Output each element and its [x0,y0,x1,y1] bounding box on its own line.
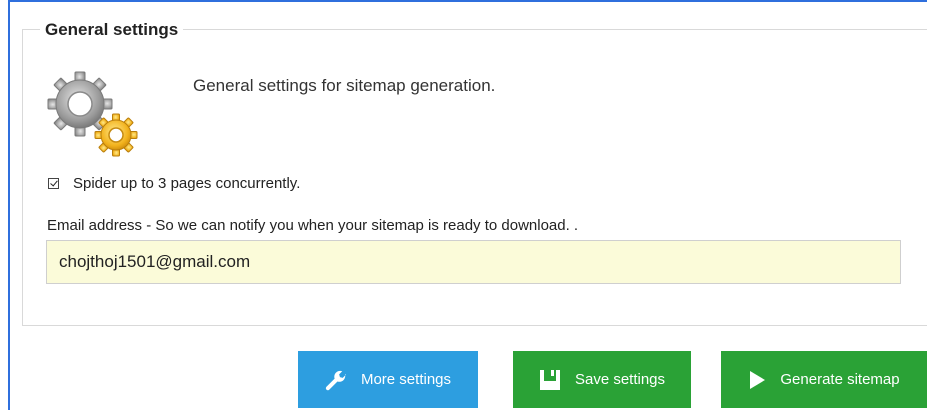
frame-top-border [8,0,927,2]
concurrency-checkbox[interactable] [48,178,59,189]
wrench-icon [325,370,346,390]
save-icon [539,369,560,390]
frame-left-border [8,0,10,410]
generate-sitemap-button[interactable]: Generate sitemap [721,351,927,408]
play-icon [750,370,766,389]
more-settings-label: More settings [360,371,452,388]
email-label: Email address - So we can notify you whe… [47,217,579,234]
more-settings-button[interactable]: More settings [298,351,478,408]
generate-sitemap-label: Generate sitemap [780,371,900,388]
panel-description: General settings for sitemap generation. [193,76,496,95]
save-settings-button[interactable]: Save settings [513,351,691,408]
panel-legend: General settings [40,20,184,40]
concurrency-option[interactable]: Spider up to 3 pages concurrently. [48,175,300,192]
save-settings-label: Save settings [574,371,666,388]
settings-gears-icon [47,71,138,157]
email-field[interactable] [46,240,901,284]
concurrency-label: Spider up to 3 pages concurrently. [73,175,301,192]
